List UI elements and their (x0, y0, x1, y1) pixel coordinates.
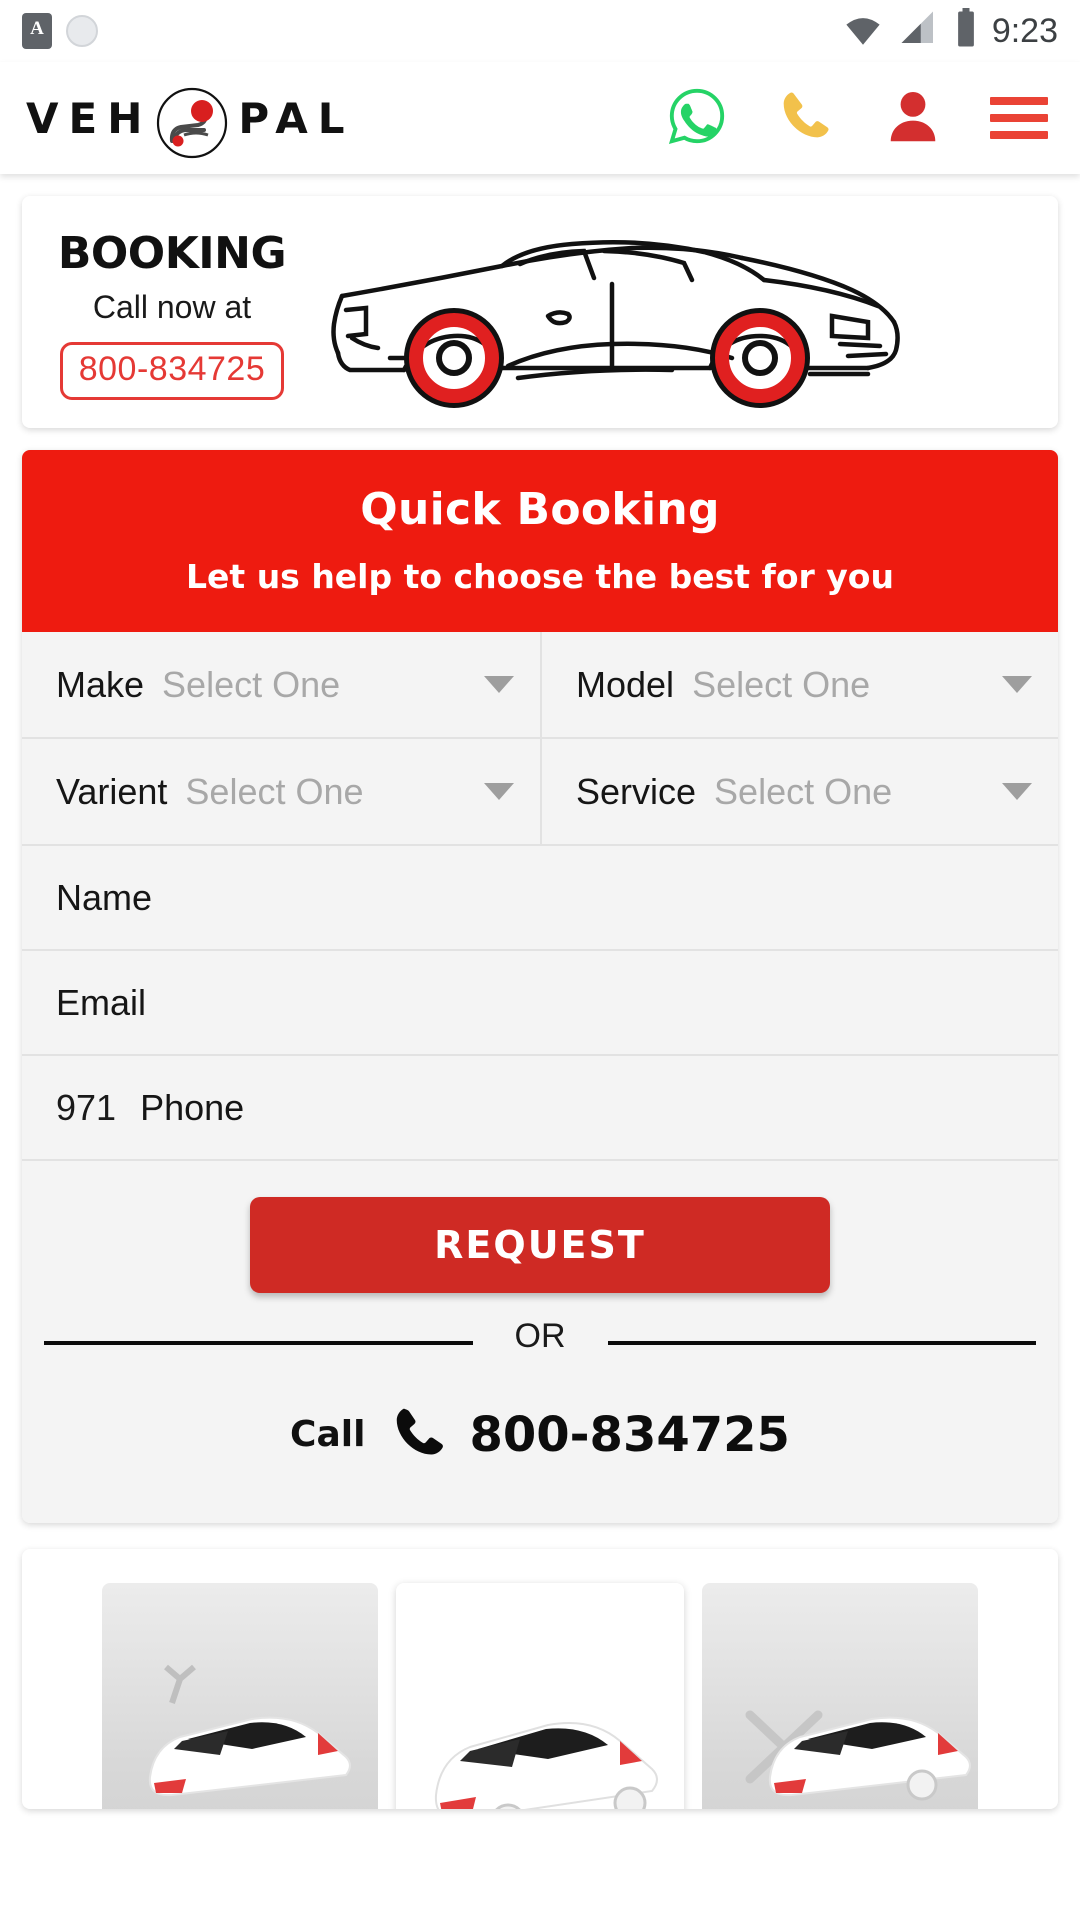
email-input[interactable]: Email (56, 982, 146, 1024)
status-bar-clock: 9:23 (991, 11, 1058, 50)
service-gallery-card (22, 1549, 1058, 1809)
service-value: Select One (714, 770, 893, 812)
gallery-tile-1[interactable] (102, 1583, 378, 1809)
make-dropdown[interactable]: Select One (144, 664, 514, 706)
or-label: OR (514, 1317, 566, 1355)
divider-line-left (44, 1340, 473, 1345)
quick-booking-card: Quick Booking Let us help to choose the … (22, 450, 1058, 1523)
field-model[interactable]: Model Select One (540, 632, 1058, 737)
make-value: Select One (162, 663, 341, 705)
varient-value: Select One (185, 770, 364, 812)
model-label: Model (576, 663, 675, 705)
banner-text-block: BOOKING Call now at 800-834725 (22, 224, 322, 400)
field-phone[interactable]: 971 Phone (22, 1056, 1058, 1161)
chevron-down-icon (1002, 783, 1032, 800)
make-label: Make (56, 663, 145, 705)
banner-phone-button[interactable]: 800-834725 (59, 342, 285, 400)
call-label: Call (290, 1414, 366, 1455)
banner-title: BOOKING (57, 228, 287, 279)
user-account-icon[interactable] (882, 85, 944, 152)
call-phone-number[interactable]: 800-834725 (469, 1407, 790, 1463)
gallery-tile-2[interactable] (396, 1583, 684, 1809)
wifi-icon (842, 8, 884, 55)
battery-icon (954, 7, 978, 55)
phone-input[interactable]: Phone (140, 1087, 244, 1129)
field-make[interactable]: Make Select One (22, 632, 540, 737)
logo-text-left: VEH (26, 93, 153, 143)
signal-icon (898, 8, 940, 55)
make-model-row: Make Select One Model Select One (22, 632, 1058, 739)
model-dropdown[interactable]: Select One (674, 664, 1032, 706)
divider-line-right (607, 1340, 1036, 1345)
logo-mark-icon (154, 85, 230, 161)
gallery-tile-3[interactable] (702, 1583, 978, 1809)
phone-handset-icon (387, 1402, 447, 1467)
dial-icon (66, 15, 98, 47)
status-bar-right-icons: 9:23 (842, 7, 1058, 55)
service-dropdown[interactable]: Select One (696, 771, 1032, 813)
status-bar-left-icons: A (22, 13, 98, 49)
field-name[interactable]: Name (22, 846, 1058, 951)
app-header-actions (666, 85, 1054, 152)
logo-text-right: PAL (238, 93, 355, 143)
hamburger-menu-icon[interactable] (990, 97, 1048, 139)
request-button-wrap: REQUEST (22, 1161, 1058, 1323)
chevron-down-icon (1002, 676, 1032, 693)
varient-service-row: Varient Select One Service Select One (22, 739, 1058, 846)
call-cta-row[interactable]: Call 800-834725 (22, 1362, 1058, 1523)
field-service[interactable]: Service Select One (540, 739, 1058, 844)
quick-booking-header: Quick Booking Let us help to choose the … (22, 450, 1058, 632)
field-email[interactable]: Email (22, 951, 1058, 1056)
sports-car-line-art-icon (322, 196, 1058, 428)
chevron-down-icon (484, 783, 514, 800)
model-value: Select One (692, 663, 871, 705)
quick-booking-subtitle: Let us help to choose the best for you (186, 557, 894, 596)
field-varient[interactable]: Varient Select One (22, 739, 540, 844)
varient-label: Varient (56, 770, 168, 812)
whatsapp-icon[interactable] (666, 85, 728, 152)
request-button[interactable]: REQUEST (250, 1197, 830, 1293)
status-bar: A 9:23 (0, 0, 1080, 62)
page-content: BOOKING Call now at 800-834725 Quick Boo… (0, 174, 1080, 1920)
varient-dropdown[interactable]: Select One (167, 771, 514, 813)
service-label: Service (576, 770, 697, 812)
name-input[interactable]: Name (56, 877, 152, 919)
quick-booking-title: Quick Booking (360, 484, 720, 535)
vehpal-logo[interactable]: VEH PAL (26, 83, 355, 159)
banner-subtitle: Call now at (92, 289, 252, 325)
booking-banner-card: BOOKING Call now at 800-834725 (22, 196, 1058, 428)
font-size-icon: A (22, 13, 52, 49)
chevron-down-icon (484, 676, 514, 693)
phone-country-code[interactable]: 971 (56, 1087, 116, 1129)
phone-call-icon[interactable] (774, 85, 836, 152)
or-divider: OR (22, 1317, 1058, 1362)
app-header: VEH PAL (0, 62, 1080, 174)
